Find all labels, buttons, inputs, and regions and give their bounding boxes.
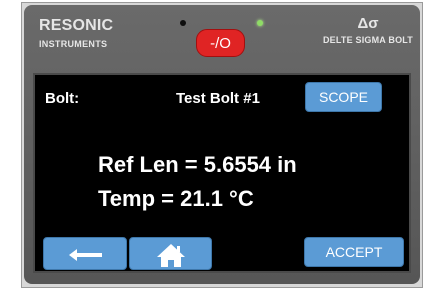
bolt-label: Bolt: (45, 90, 80, 107)
brand-subtitle: INSTRUMENTS (39, 39, 108, 49)
home-icon (157, 244, 185, 267)
product-mark: Δσ (357, 15, 379, 32)
brand-name: RESONIC (39, 17, 114, 34)
home-button[interactable] (129, 237, 212, 270)
back-button[interactable] (43, 237, 127, 270)
product-name: DELTE SIGMA BOLT (322, 35, 413, 45)
status-led-on (257, 20, 263, 26)
status-led-off (180, 20, 186, 26)
temperature-readout: Temp = 21.1 °C (98, 186, 254, 211)
ref-length-readout: Ref Len = 5.6554 in (98, 152, 297, 177)
product-logo: Δσ DELTE SIGMA BOLT (323, 15, 413, 45)
accept-button[interactable]: ACCEPT (304, 237, 404, 267)
brand-logo: RESONIC INSTRUMENTS (39, 17, 113, 49)
bolt-name: Test Bolt #1 (176, 90, 260, 107)
power-button[interactable]: -/O (196, 29, 245, 57)
scope-button[interactable]: SCOPE (305, 82, 382, 112)
arrow-left-icon (69, 249, 102, 261)
